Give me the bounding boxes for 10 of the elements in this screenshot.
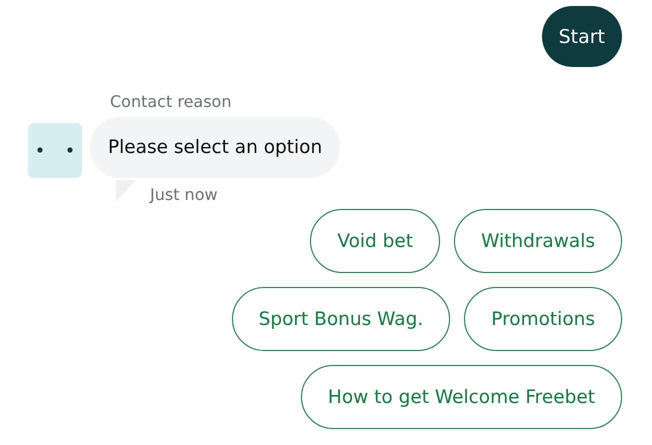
option-button[interactable]: Sport Bonus Wag. (232, 287, 450, 351)
user-message: Start (542, 6, 622, 67)
bot-avatar-icon (28, 123, 82, 178)
option-button[interactable]: Withdrawals (454, 209, 622, 273)
option-button[interactable]: Promotions (464, 287, 622, 351)
message-time: Just now (150, 185, 218, 205)
sender-label: Contact reason (110, 91, 232, 113)
option-button[interactable]: Void bet (310, 209, 440, 273)
option-button[interactable]: How to get Welcome Freebet (300, 365, 622, 429)
bot-message: Please select an option (90, 117, 340, 178)
